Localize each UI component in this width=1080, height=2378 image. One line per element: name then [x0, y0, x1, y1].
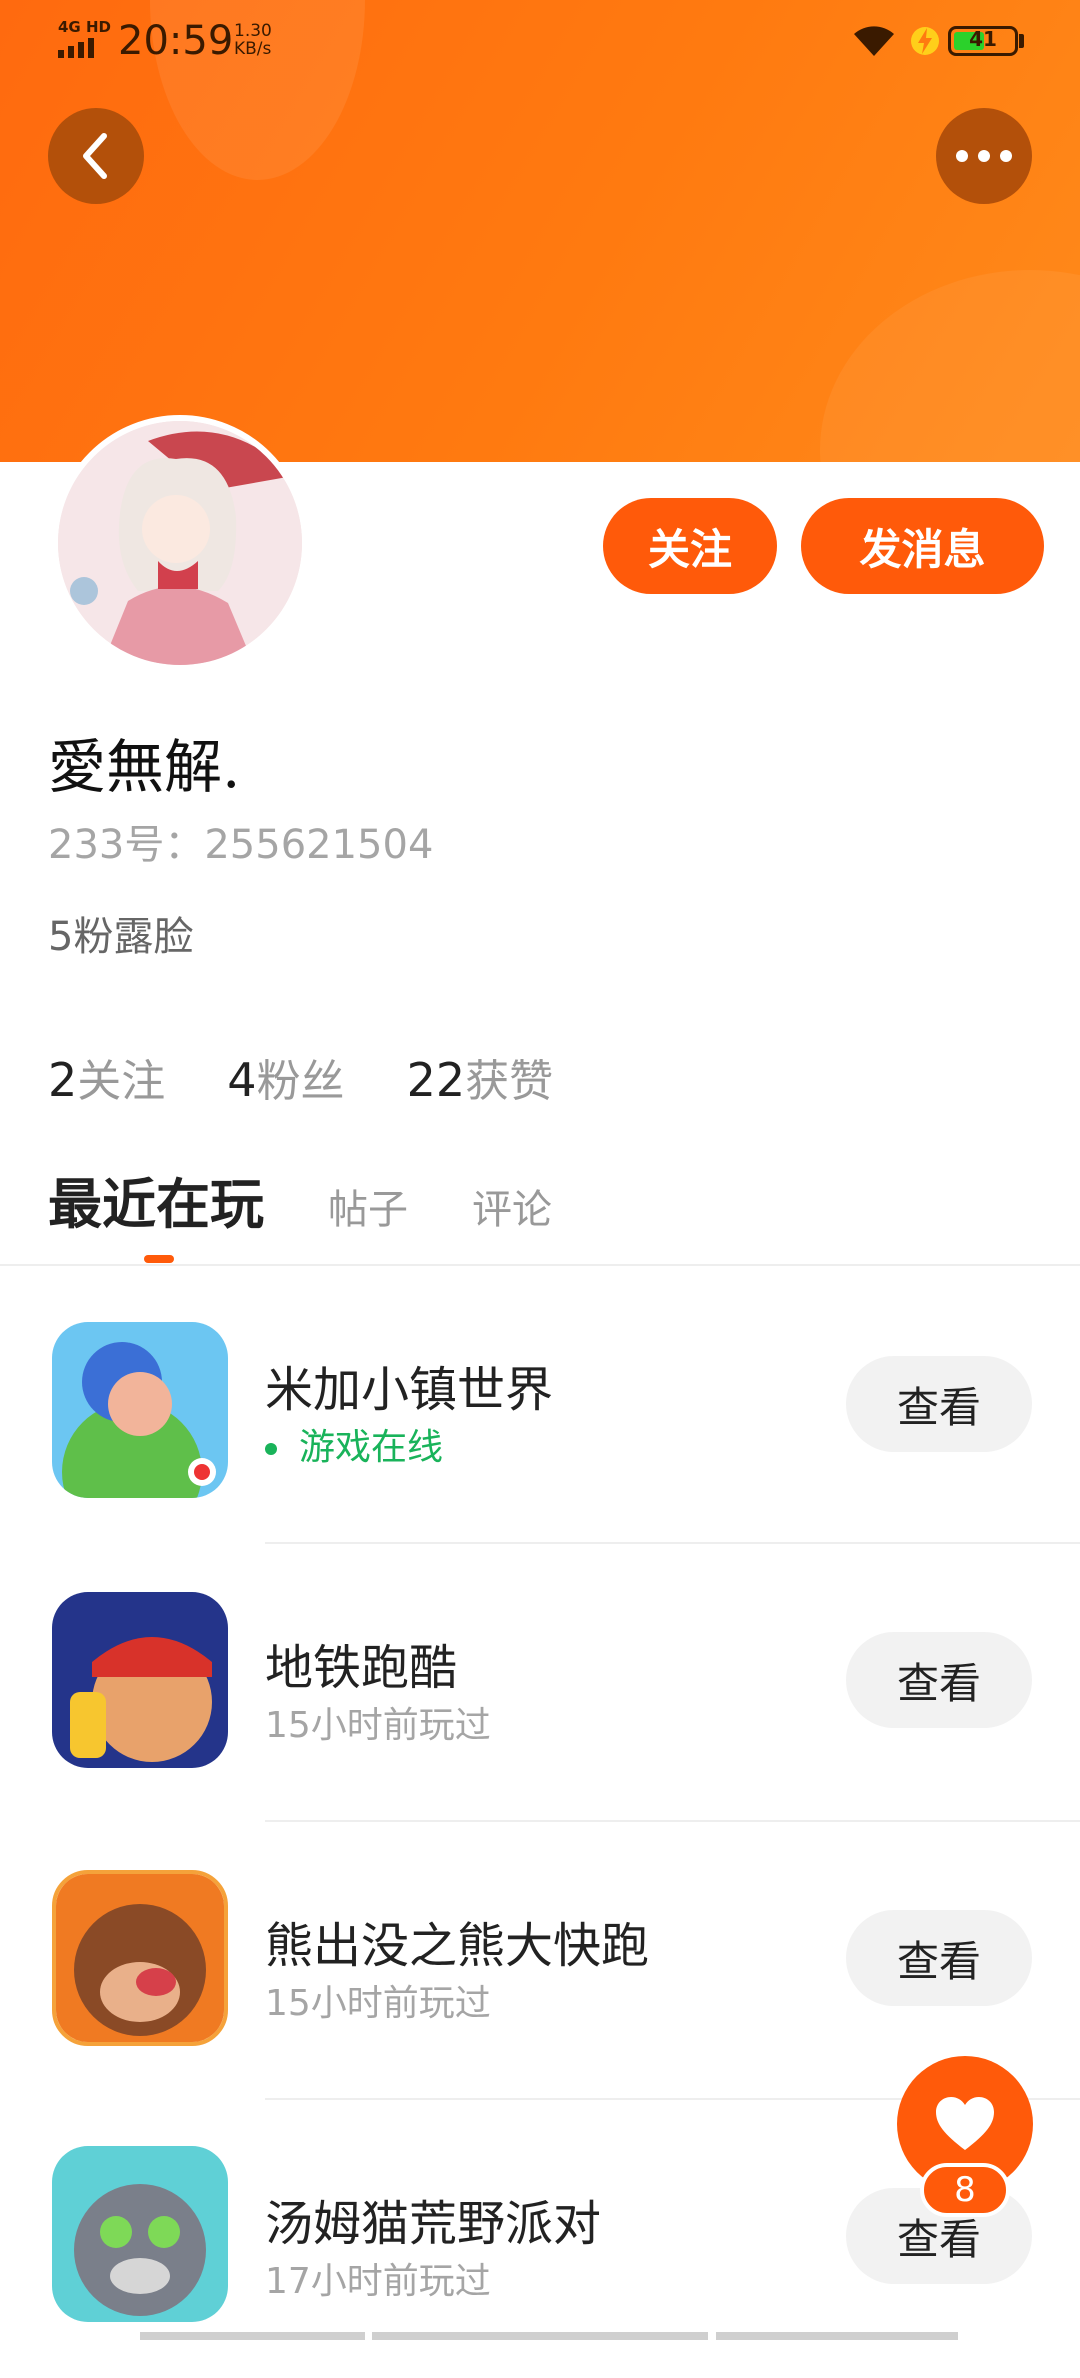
view-button[interactable]: 查看 — [846, 1910, 1032, 2006]
user-id-row: 233号：255621504 — [48, 812, 433, 870]
battery-icon: 41 — [948, 26, 1018, 56]
battery-level: 41 — [969, 27, 997, 51]
heart-icon — [936, 2097, 994, 2150]
game-name: 地铁跑酷 — [265, 1640, 458, 1696]
profile-stats: 2关注 4粉丝 22获赞 — [48, 1045, 553, 1109]
game-status-text: 游戏在线 — [299, 1427, 444, 1468]
stat-label: 获赞 — [465, 1056, 554, 1107]
stat-followers[interactable]: 4粉丝 — [227, 1045, 344, 1109]
user-id-value: 255621504 — [204, 822, 434, 868]
game-icon-miga-town — [52, 1322, 228, 1498]
online-indicator — [265, 1443, 277, 1455]
header-decoration — [820, 270, 1080, 462]
status-bar: 4G HD 20:59 1.30 KB/s 41 — [0, 0, 1080, 84]
charging-icon — [911, 27, 939, 55]
stat-value: 4 — [227, 1053, 257, 1107]
game-list-item[interactable]: 地铁跑酷 15小时前玩过 查看 — [0, 1544, 1080, 1822]
avatar[interactable] — [52, 415, 308, 671]
follow-button[interactable]: 关注 — [603, 498, 777, 594]
game-name: 米加小镇世界 — [265, 1362, 554, 1418]
stat-likes[interactable]: 22获赞 — [407, 1045, 554, 1109]
tab-posts[interactable]: 帖子 — [328, 1177, 408, 1235]
user-bio: 5粉露脸 — [48, 914, 194, 960]
tab-comments[interactable]: 评论 — [472, 1177, 552, 1235]
chevron-left-icon — [83, 133, 107, 179]
view-button[interactable]: 查看 — [846, 1356, 1032, 1452]
stat-label: 粉丝 — [256, 1056, 345, 1107]
game-status: 15小时前玩过 — [265, 1983, 491, 2024]
stat-value: 2 — [48, 1053, 78, 1107]
stat-value: 22 — [406, 1053, 466, 1107]
like-count-badge: 8 — [920, 2163, 1010, 2217]
game-icon-talking-tom — [52, 2146, 228, 2322]
battery-tip — [1019, 34, 1024, 48]
network-speed-unit: KB/s — [234, 39, 272, 59]
divider — [716, 2332, 958, 2340]
profile-tabs: 最近在玩 帖子 评论 — [48, 1160, 616, 1239]
stat-label: 关注 — [77, 1056, 166, 1107]
username: 愛無解. — [48, 733, 241, 801]
signal-icon — [58, 38, 94, 58]
game-icon-boonie-bears — [52, 1870, 228, 2046]
game-list-item[interactable]: 米加小镇世界 游戏在线 查看 — [0, 1266, 1080, 1544]
game-status: 15小时前玩过 — [265, 1705, 491, 1746]
user-id-label: 233号： — [48, 822, 205, 868]
network-speed-value: 1.30 — [234, 21, 272, 41]
more-dots-icon — [956, 150, 1012, 162]
view-button[interactable]: 查看 — [846, 1632, 1032, 1728]
game-name: 熊出没之熊大快跑 — [265, 1918, 650, 1974]
game-status: 游戏在线 — [265, 1418, 443, 1470]
game-status: 17小时前玩过 — [265, 2261, 491, 2302]
back-button[interactable] — [48, 108, 144, 204]
game-list-item[interactable]: 熊出没之熊大快跑 15小时前玩过 查看 — [0, 1822, 1080, 2100]
avatar-illustration — [58, 421, 302, 665]
divider — [372, 2332, 708, 2340]
game-icon-subway-surfers — [52, 1592, 228, 1768]
wifi-icon — [854, 26, 894, 56]
send-message-button[interactable]: 发消息 — [801, 498, 1044, 594]
status-time: 20:59 — [118, 18, 234, 64]
network-type: 4G HD — [58, 18, 111, 36]
stat-following[interactable]: 2关注 — [48, 1045, 165, 1109]
tab-recently-played[interactable]: 最近在玩 — [48, 1160, 264, 1239]
active-tab-indicator — [144, 1255, 174, 1263]
game-name: 汤姆猫荒野派对 — [265, 2196, 602, 2252]
more-options-button[interactable] — [936, 108, 1032, 204]
divider — [140, 2332, 365, 2340]
network-speed: 1.30 KB/s — [234, 22, 272, 58]
